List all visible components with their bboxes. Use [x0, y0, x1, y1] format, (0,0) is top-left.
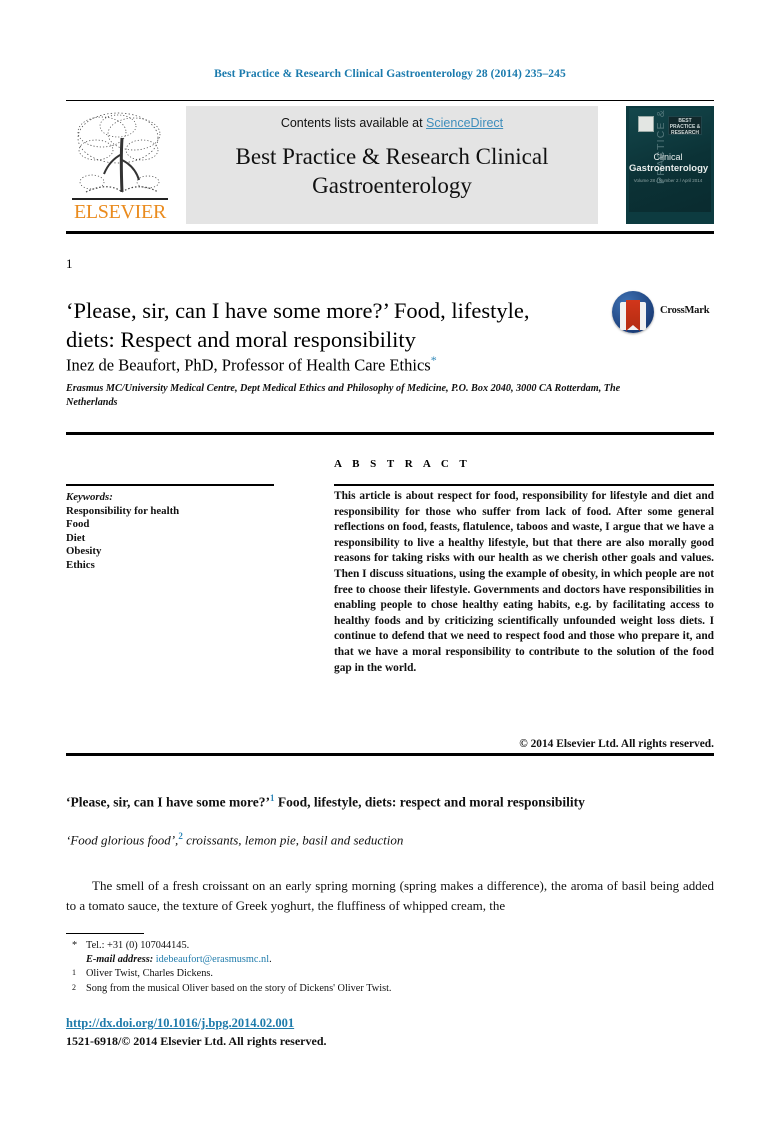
body-paragraph: The smell of a fresh croissant on an ear… — [66, 878, 714, 913]
abstract-body: This article is about respect for food, … — [334, 490, 714, 674]
abstract-heading: A B S T R A C T — [334, 458, 471, 470]
section-heading-2-rest: croissants, lemon pie, basil and seducti… — [182, 832, 404, 848]
footnote-email: E-mail address: idebeaufort@erasmusmc.nl… — [66, 953, 536, 967]
footnote-email-link[interactable]: idebeaufort@erasmusmc.nl — [156, 954, 269, 965]
keywords-rule — [66, 484, 274, 486]
keyword-item: Food — [66, 518, 90, 530]
journal-banner: Contents lists available at ScienceDirec… — [186, 106, 598, 224]
footnote-corresponding: * Tel.: +31 (0) 107044145. — [66, 939, 536, 953]
journal-cover-thumbnail[interactable]: BEST PRACTICE & RESEARCH PRACTICE & RESE… — [626, 106, 714, 224]
abstract-zone-bottom-rule — [66, 753, 714, 756]
header-top-rule — [66, 100, 714, 101]
header-bottom-rule — [66, 231, 714, 234]
running-head: Best Practice & Research Clinical Gastro… — [214, 68, 566, 80]
author-corresponding-marker[interactable]: * — [431, 353, 437, 367]
footnote-email-label: E-mail address: — [86, 954, 154, 966]
footnotes-block: * Tel.: +31 (0) 107044145. E-mail addres… — [66, 939, 536, 996]
contents-lists-line: Contents lists available at ScienceDirec… — [186, 116, 598, 130]
footnote-2-text: Song from the musical Oliver based on th… — [86, 982, 392, 994]
crossmark-label: CrossMark — [660, 305, 710, 316]
elsevier-tree-icon — [72, 108, 168, 200]
cover-bottom-band — [626, 214, 714, 224]
page-title: ‘Please, sir, can I have some more?’ Foo… — [66, 298, 530, 353]
crossmark-icon — [612, 291, 654, 333]
section-heading-2: ‘Food glorious food’,2 croissants, lemon… — [66, 831, 714, 848]
contents-lists-label: Contents lists available at — [280, 116, 427, 130]
issn-copyright-line: 1521-6918/© 2014 Elsevier Ltd. All right… — [66, 1034, 327, 1048]
elsevier-wordmark: ELSEVIER — [73, 201, 167, 223]
author-line: Inez de Beaufort, PhD, Professor of Heal… — [66, 353, 437, 376]
article-number: 1 — [66, 256, 73, 271]
abstract-zone-top-rule — [66, 432, 714, 435]
footnote-1: 1 Oliver Twist, Charles Dickens. — [66, 967, 536, 981]
journal-cover-art: BEST PRACTICE & RESEARCH PRACTICE & RESE… — [629, 106, 711, 212]
article-page: Best Practice & Research Clinical Gastro… — [0, 0, 780, 1134]
crossmark-ribbon-shape — [626, 300, 640, 331]
cover-best-badge: BEST PRACTICE & RESEARCH — [668, 116, 702, 136]
cover-name-line2: Gastroenterology — [629, 163, 709, 174]
footnote-1-text: Oliver Twist, Charles Dickens. — [86, 968, 213, 980]
elsevier-logo-rule — [72, 198, 168, 200]
abstract-copyright: © 2014 Elsevier Ltd. All rights reserved… — [519, 738, 714, 750]
section-heading-2-text: ‘Food glorious food’, — [66, 832, 179, 848]
keyword-item: Diet — [66, 531, 86, 544]
cover-name-line1: Clinical — [653, 152, 683, 162]
keyword-item: Responsibility for health — [66, 504, 180, 517]
doi-link[interactable]: http://dx.doi.org/10.1016/j.bpg.2014.02.… — [66, 1016, 294, 1031]
keyword-item: Obesity — [66, 545, 102, 557]
abstract-rule — [334, 484, 714, 486]
cover-corner-icon — [638, 116, 654, 132]
elsevier-logo[interactable]: ELSEVIER — [66, 106, 174, 224]
footnote-rule — [66, 933, 144, 934]
keywords-block: Keywords: Responsibility for health Food… — [66, 491, 281, 572]
journal-header: ELSEVIER Contents lists available at Sci… — [66, 106, 714, 224]
section-heading-1-text: ‘Please, sir, can I have some more?’ — [66, 794, 270, 810]
cover-journal-name: Clinical Gastroenterology — [629, 152, 709, 174]
sciencedirect-link[interactable]: ScienceDirect — [426, 116, 503, 130]
footnote-tel: Tel.: +31 (0) 107044145. — [86, 940, 190, 951]
section-heading-1: ‘Please, sir, can I have some more?’1 Fo… — [66, 793, 714, 811]
keywords-heading: Keywords: — [66, 491, 113, 503]
footnote-email-trail: . — [269, 954, 272, 966]
footnote-2: 2 Song from the musical Oliver based on … — [66, 982, 536, 996]
section-heading-1-rest: Food, lifestyle, diets: respect and mora… — [274, 794, 585, 810]
journal-title: Best Practice & Research Clinical Gastro… — [235, 144, 549, 198]
author-affiliation: Erasmus MC/University Medical Centre, De… — [66, 383, 621, 408]
author-name: Inez de Beaufort, PhD, Professor of Heal… — [66, 355, 431, 375]
keyword-item: Ethics — [66, 558, 95, 571]
crossmark-badge[interactable]: CrossMark — [612, 288, 716, 336]
footnote-1-marker: 1 — [72, 968, 76, 978]
footnote-star-marker: * — [72, 940, 78, 951]
cover-issue-text: Volume 28 / Number 2 / April 2014 — [633, 178, 703, 183]
footnote-2-marker: 2 — [72, 982, 76, 992]
